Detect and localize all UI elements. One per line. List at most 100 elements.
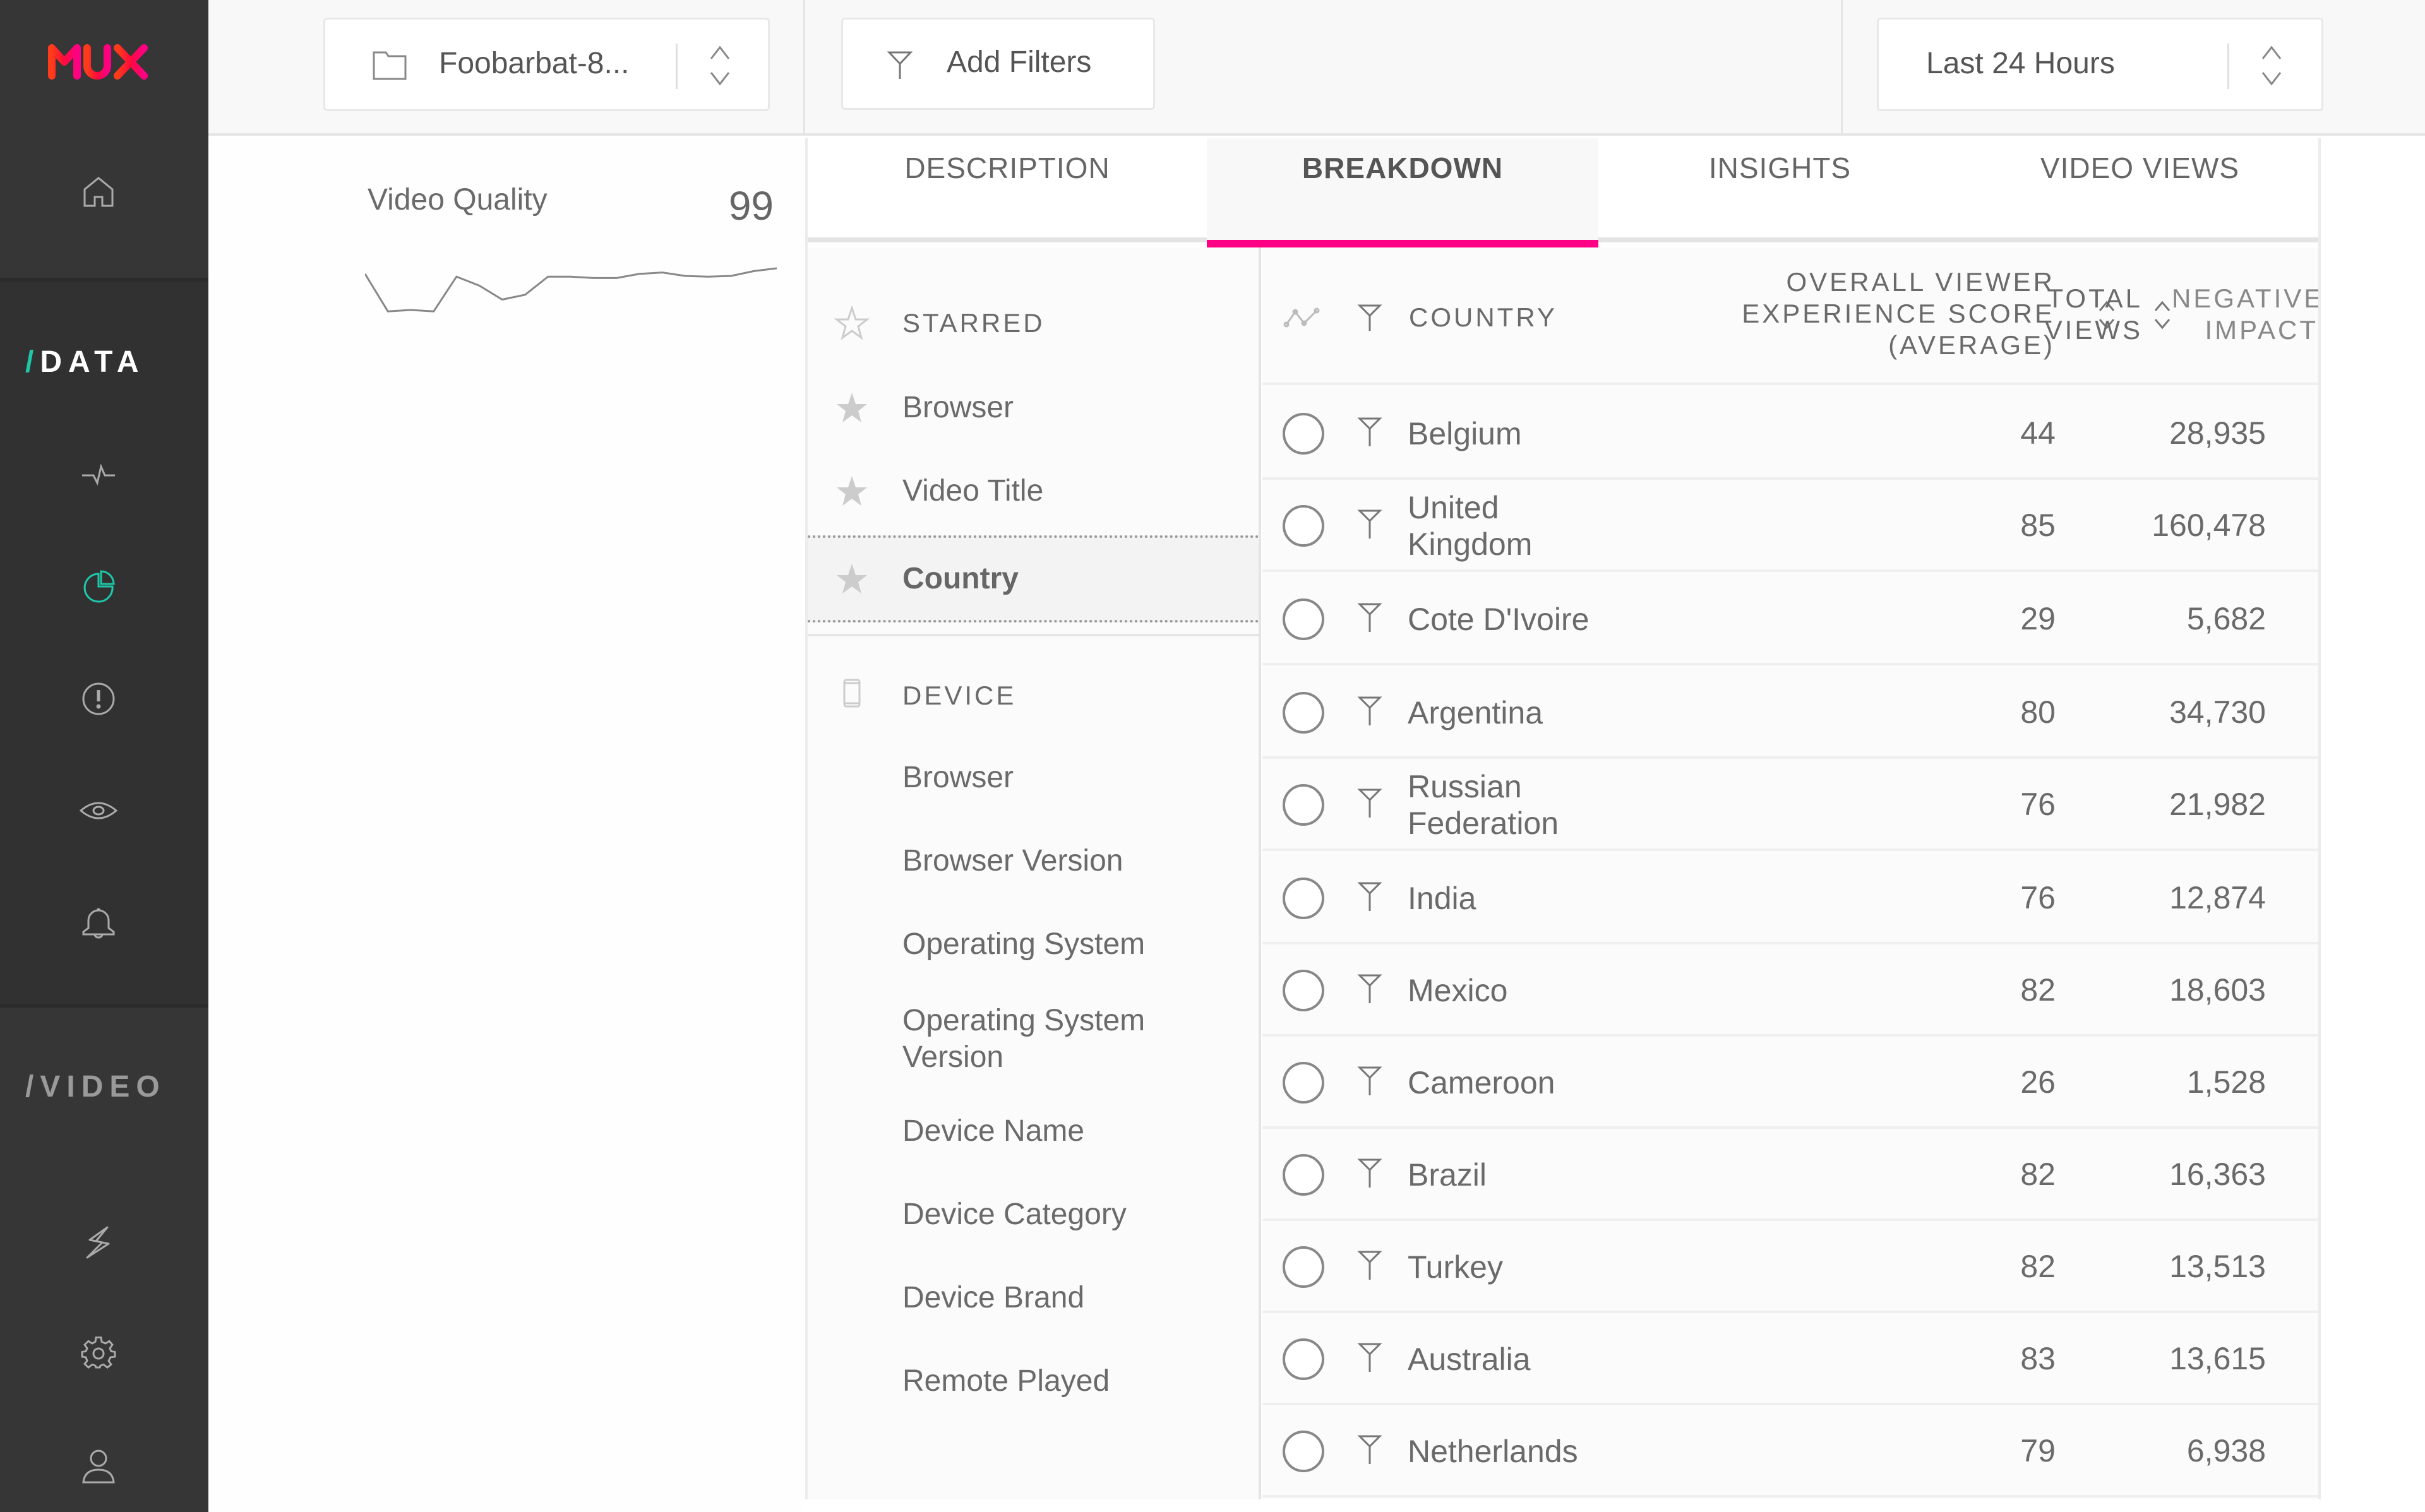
sparkline-line	[365, 267, 777, 313]
table-row[interactable]: Netherlands 79 6,938	[1262, 1405, 2318, 1497]
column-header-score[interactable]: OVERALL VIEWER EXPERIENCE SCORE (AVERAGE…	[1603, 266, 2055, 361]
dimension-item[interactable]: Browser Version	[808, 836, 1259, 886]
eye-icon[interactable]	[76, 788, 121, 833]
filter-icon[interactable]	[1357, 1434, 1382, 1465]
filter-icon[interactable]	[1357, 973, 1382, 1004]
row-select-radio[interactable]	[1283, 1154, 1324, 1196]
dimension-item-browser-starred[interactable]: Browser	[808, 383, 1259, 433]
dimension-label: Operating System Version	[902, 1004, 1146, 1074]
filter-icon[interactable]	[1357, 1249, 1382, 1281]
lightning-icon[interactable]	[76, 1220, 121, 1265]
country-name: Argentina	[1408, 695, 1543, 730]
filter-icon[interactable]	[1357, 303, 1382, 332]
header-line: TOTAL	[2047, 283, 2143, 313]
row-select-radio[interactable]	[1283, 505, 1324, 547]
pulse-icon[interactable]	[76, 451, 121, 497]
total-views: 5,682	[2186, 601, 2266, 636]
gear-icon[interactable]	[76, 1331, 121, 1376]
metric-value: 99	[728, 183, 774, 229]
filter-icon[interactable]	[1357, 881, 1382, 912]
column-header-country[interactable]: COUNTRY	[1409, 302, 1557, 333]
table-row[interactable]: Belgium 44 28,935	[1262, 388, 2318, 480]
dimension-item[interactable]: Browser	[808, 753, 1259, 803]
country-name: Russian Federation	[1408, 769, 1559, 841]
experience-score: 44	[2020, 415, 2056, 451]
section-label-data[interactable]: /DATA	[25, 345, 145, 379]
mux-logo[interactable]	[48, 44, 149, 80]
filter-icon[interactable]	[1357, 1342, 1382, 1373]
row-select-radio[interactable]	[1283, 692, 1324, 734]
table-row[interactable]: Argentina 80 34,730	[1262, 667, 2318, 759]
filter-icon[interactable]	[1357, 1065, 1382, 1097]
dimension-item[interactable]: Remote Played	[808, 1356, 1259, 1407]
section-label-video[interactable]: /VIDEO	[25, 1069, 166, 1104]
row-select-radio[interactable]	[1283, 1062, 1324, 1104]
row-select-radio[interactable]	[1283, 1338, 1324, 1380]
add-filters-label: Add Filters	[947, 45, 1092, 79]
row-select-radio[interactable]	[1283, 598, 1324, 640]
table-row[interactable]: Cote D'Ivoire 29 5,682	[1262, 573, 2318, 665]
star-filled-icon[interactable]	[834, 561, 870, 597]
tab-insights[interactable]: INSIGHTS	[1598, 138, 1961, 242]
row-select-radio[interactable]	[1283, 784, 1324, 826]
total-views: 12,874	[2169, 880, 2266, 915]
dimension-item[interactable]: Device Category	[808, 1189, 1259, 1240]
dimension-item-video-title[interactable]: Video Title	[808, 466, 1259, 516]
home-icon[interactable]	[76, 170, 121, 216]
column-header-negative-impact[interactable]: NEGATIVE IMPACT	[2172, 283, 2318, 346]
row-select-radio[interactable]	[1283, 970, 1324, 1011]
filter-icon[interactable]	[1357, 602, 1382, 633]
trend-line-icon[interactable]	[1283, 306, 1322, 328]
table-row[interactable]: United Kingdom 85 160,478	[1262, 480, 2318, 572]
table-row[interactable]: Cameroon 26 1,528	[1262, 1037, 2318, 1129]
filter-icon[interactable]	[1357, 787, 1382, 819]
row-select-radio[interactable]	[1283, 413, 1324, 455]
timeframe-selector[interactable]: Last 24 Hours	[1877, 18, 2323, 111]
country-name: Australia	[1408, 1342, 1531, 1377]
table-row[interactable]: Turkey 82 13,513	[1262, 1221, 2318, 1313]
pie-chart-icon[interactable]	[76, 564, 121, 609]
dimension-label: Remote Played	[902, 1364, 1110, 1398]
dimension-label: Device Brand	[902, 1281, 1085, 1314]
add-filters-button[interactable]: Add Filters	[841, 18, 1155, 110]
row-select-radio[interactable]	[1283, 878, 1324, 919]
dimension-item[interactable]: Device Name	[808, 1106, 1259, 1157]
tab-description[interactable]: DESCRIPTION	[808, 138, 1207, 242]
alert-circle-icon[interactable]	[76, 676, 121, 722]
star-filled-icon[interactable]	[834, 473, 870, 509]
table-row[interactable]: Australia 83 13,615	[1262, 1313, 2318, 1405]
total-views: 18,603	[2169, 972, 2266, 1008]
filter-icon[interactable]	[1357, 416, 1382, 448]
star-filled-icon[interactable]	[834, 390, 870, 426]
dimension-item[interactable]: Device Brand	[808, 1273, 1259, 1323]
folder-icon	[373, 51, 407, 80]
dimension-item[interactable]: Operating System	[808, 919, 1259, 970]
dimension-header-label: STARRED	[902, 308, 1045, 338]
table-row[interactable]: Brazil 82 16,363	[1262, 1129, 2318, 1221]
dimension-item-country[interactable]: Country	[808, 535, 1259, 622]
total-views: 16,363	[2169, 1157, 2266, 1192]
user-icon[interactable]	[76, 1443, 121, 1489]
filter-icon[interactable]	[1357, 1157, 1382, 1189]
filter-icon[interactable]	[1357, 695, 1382, 727]
table-row[interactable]: Russian Federation 76 21,982	[1262, 759, 2318, 851]
filter-icon[interactable]	[1357, 508, 1382, 540]
total-views: 1,528	[2186, 1064, 2266, 1100]
environment-selector[interactable]: Foobarbat-8...	[323, 18, 770, 111]
divider	[2227, 44, 2229, 89]
bell-icon[interactable]	[76, 900, 121, 946]
table-row[interactable]: India 76 12,874	[1262, 852, 2318, 944]
row-select-radio[interactable]	[1283, 1431, 1324, 1472]
tab-video-views[interactable]: VIDEO VIEWS	[1961, 138, 2318, 242]
country-name: India	[1408, 881, 1476, 916]
total-views: 34,730	[2169, 694, 2266, 730]
tab-breakdown[interactable]: BREAKDOWN	[1207, 138, 1598, 247]
row-select-radio[interactable]	[1283, 1246, 1324, 1288]
column-header-total-views[interactable]: TOTAL VIEWS	[2033, 283, 2143, 346]
table-row[interactable]: Mexico 82 18,603	[1262, 944, 2318, 1037]
header-line: (AVERAGE)	[1888, 330, 2055, 360]
dimension-item[interactable]: Operating System Version	[808, 1003, 1259, 1076]
dimension-header-starred: STARRED	[808, 298, 1259, 348]
total-views: 13,513	[2169, 1249, 2266, 1284]
sort-icon[interactable]	[2153, 299, 2172, 331]
